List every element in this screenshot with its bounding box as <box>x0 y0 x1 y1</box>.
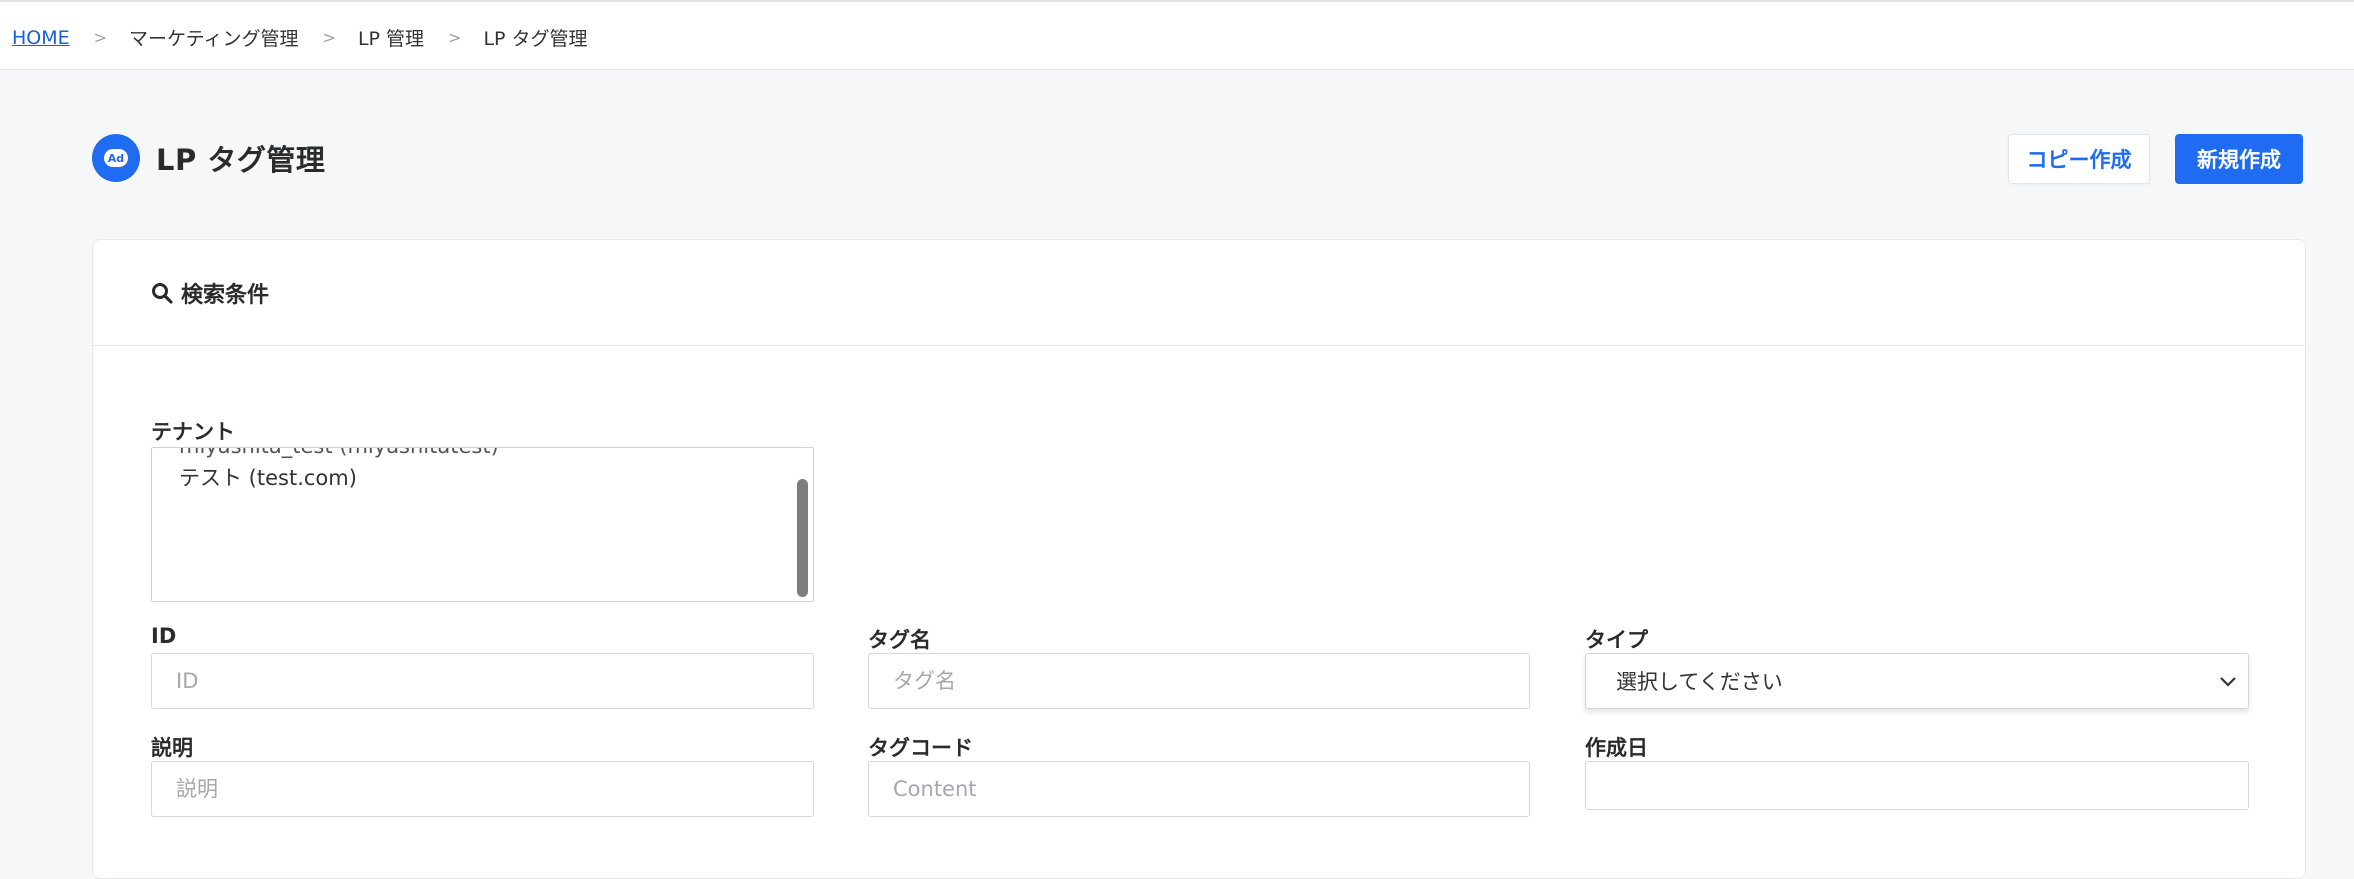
tenant-scrollbar[interactable] <box>794 450 810 599</box>
breadcrumb-item-lp-tag: LP タグ管理 <box>483 28 588 50</box>
page-header: Ad LP タグ管理 <box>92 134 325 182</box>
tenant-listbox[interactable]: miyashita_test (miyashitatest) テスト (test… <box>151 447 814 602</box>
type-select[interactable]: 選択してください <box>1585 653 2249 709</box>
tenant-option[interactable]: テスト (test.com) <box>179 462 357 492</box>
search-card-title: 検索条件 <box>181 283 270 308</box>
search-card: 検索条件 テナント miyashita_test (miyashitatest)… <box>92 239 2306 879</box>
top-bar: HOME > マーケティング管理 > LP 管理 > LP タグ管理 <box>0 0 2354 70</box>
description-label: 説明 <box>151 736 193 760</box>
ad-icon: Ad <box>92 134 140 182</box>
tag-code-input[interactable] <box>868 761 1530 817</box>
chevron-down-icon <box>2220 677 2236 687</box>
type-label: タイプ <box>1585 628 1648 652</box>
created-date-label: 作成日 <box>1585 736 1648 760</box>
id-input[interactable] <box>151 653 814 709</box>
tag-code-label: タグコード <box>868 736 973 760</box>
ad-icon-label: Ad <box>104 149 128 167</box>
breadcrumb-item-lp[interactable]: LP 管理 <box>358 24 424 51</box>
breadcrumb-separator: > <box>322 28 336 47</box>
breadcrumb-separator: > <box>448 28 462 47</box>
tenant-option[interactable]: miyashita_test (miyashitatest) <box>179 448 499 458</box>
search-icon <box>152 283 173 304</box>
copy-create-button[interactable]: コピー作成 <box>2008 134 2150 184</box>
search-card-title-wrap: 検索条件 <box>151 277 269 309</box>
tag-name-label: タグ名 <box>868 628 931 652</box>
breadcrumb-separator: > <box>93 28 108 47</box>
description-input[interactable] <box>151 761 814 817</box>
breadcrumb-home-link[interactable]: HOME <box>12 27 70 49</box>
page-title: LP タグ管理 <box>156 143 326 177</box>
tag-name-input[interactable] <box>868 653 1530 709</box>
new-create-button[interactable]: 新規作成 <box>2175 134 2303 184</box>
created-date-input[interactable] <box>1585 761 2249 810</box>
id-label: ID <box>151 624 177 648</box>
type-select-value: 選択してください <box>1616 670 1783 694</box>
search-card-header: 検索条件 <box>93 240 2305 346</box>
breadcrumb-item-marketing[interactable]: マーケティング管理 <box>129 24 298 51</box>
tenant-scrollbar-thumb[interactable] <box>797 479 808 597</box>
tenant-label: テナント <box>151 420 235 444</box>
breadcrumb: HOME > マーケティング管理 > LP 管理 > LP タグ管理 <box>12 24 588 51</box>
